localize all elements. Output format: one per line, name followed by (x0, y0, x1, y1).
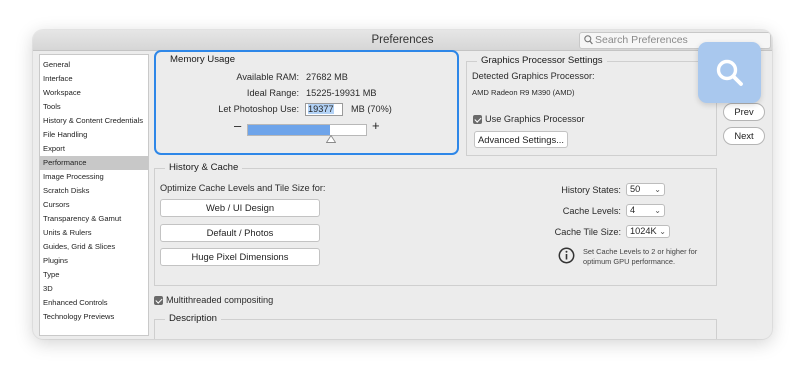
sidebar-item-type[interactable]: Type (40, 268, 148, 282)
info-icon (558, 247, 575, 264)
history-states-label: History States: (561, 185, 621, 195)
sidebar-item-3d[interactable]: 3D (40, 282, 148, 296)
sidebar-item-tools[interactable]: Tools (40, 100, 148, 114)
chevron-down-icon: ⌄ (654, 185, 661, 194)
cache-tile-size-select[interactable]: 1024K ⌄ (626, 225, 670, 238)
category-list[interactable]: General Interface Workspace Tools Histor… (39, 54, 149, 336)
sidebar-item-enhanced-controls[interactable]: Enhanced Controls (40, 296, 148, 310)
sidebar-item-export[interactable]: Export (40, 142, 148, 156)
default-photos-button[interactable]: Default / Photos (160, 224, 320, 242)
next-button[interactable]: Next (723, 127, 765, 145)
sidebar-item-interface[interactable]: Interface (40, 72, 148, 86)
detected-gpu-label: Detected Graphics Processor: (472, 71, 595, 81)
decrease-memory-button[interactable]: – (234, 118, 241, 133)
zoom-overlay-button[interactable] (698, 42, 761, 103)
memory-slider-fill (248, 125, 330, 135)
memory-slider[interactable] (247, 124, 367, 136)
memory-slider-thumb[interactable] (326, 135, 336, 143)
multithreaded-checkbox[interactable] (154, 296, 163, 305)
advanced-settings-button[interactable]: Advanced Settings... (474, 131, 568, 148)
info-text-line-1: Set Cache Levels to 2 or higher for (583, 247, 698, 256)
photoshop-use-unit: MB (70%) (351, 104, 392, 114)
multithreaded-label: Multithreaded compositing (166, 295, 274, 305)
prev-button[interactable]: Prev (723, 103, 765, 121)
photoshop-use-label: Let Photoshop Use: (218, 104, 299, 114)
ideal-range-label: Ideal Range: (246, 88, 299, 98)
use-gpu-label: Use Graphics Processor (485, 114, 585, 124)
sidebar-item-scratch-disks[interactable]: Scratch Disks (40, 184, 148, 198)
chevron-down-icon: ⌄ (654, 206, 661, 215)
sidebar-item-performance[interactable]: Performance (40, 156, 148, 170)
history-states-select[interactable]: 50 ⌄ (626, 183, 665, 196)
huge-pixel-dimensions-button[interactable]: Huge Pixel Dimensions (160, 248, 320, 266)
description-title: Description (165, 313, 221, 324)
sidebar-item-units-rulers[interactable]: Units & Rulers (40, 226, 148, 240)
title-bar: Preferences Search Preferences (33, 30, 772, 51)
sidebar-item-file-handling[interactable]: File Handling (40, 128, 148, 142)
magnifier-icon (716, 59, 743, 86)
preferences-window: Preferences Search Preferences General I… (33, 30, 772, 339)
cache-levels-value: 4 (630, 205, 636, 215)
search-icon (584, 35, 593, 45)
photoshop-use-value: 19377 (308, 104, 334, 114)
sidebar-item-image-processing[interactable]: Image Processing (40, 170, 148, 184)
available-ram-value: 27682 MB (306, 72, 348, 82)
sidebar-item-plugins[interactable]: Plugins (40, 254, 148, 268)
history-states-value: 50 (630, 184, 641, 194)
sidebar-item-technology-previews[interactable]: Technology Previews (40, 310, 148, 324)
detected-gpu-value: AMD Radeon R9 M390 (AMD) (472, 88, 575, 97)
use-gpu-checkbox[interactable] (473, 115, 482, 124)
cache-levels-select[interactable]: 4 ⌄ (626, 204, 665, 217)
sidebar-item-workspace[interactable]: Workspace (40, 86, 148, 100)
sidebar-item-history-content-credentials[interactable]: History & Content Credentials (40, 114, 148, 128)
gpu-settings-group: Graphics Processor Settings Detected Gra… (466, 55, 717, 156)
history-cache-group: History & Cache Optimize Cache Levels an… (154, 162, 717, 286)
history-cache-title: History & Cache (165, 162, 243, 173)
description-group: Description (154, 313, 717, 339)
sidebar-item-transparency-gamut[interactable]: Transparency & Gamut (40, 212, 148, 226)
ideal-range-value: 15225-19931 MB (306, 88, 377, 98)
cache-tile-size-value: 1024K (630, 226, 657, 236)
memory-usage-group: Memory Usage Available RAM: 27682 MB Ide… (154, 50, 459, 155)
sidebar-item-cursors[interactable]: Cursors (40, 198, 148, 212)
sidebar-item-guides-grid-slices[interactable]: Guides, Grid & Slices (40, 240, 148, 254)
increase-memory-button[interactable]: + (372, 118, 380, 133)
search-placeholder: Search Preferences (595, 34, 688, 46)
gpu-settings-title: Graphics Processor Settings (477, 55, 607, 66)
photoshop-use-input[interactable]: 19377 (305, 103, 343, 116)
memory-usage-title: Memory Usage (170, 54, 236, 65)
cache-levels-label: Cache Levels: (562, 206, 621, 216)
sidebar-item-general[interactable]: General (40, 58, 148, 72)
chevron-down-icon: ⌄ (659, 227, 666, 236)
web-ui-design-button[interactable]: Web / UI Design (160, 199, 320, 217)
cache-tile-size-label: Cache Tile Size: (554, 227, 621, 237)
available-ram-label: Available RAM: (236, 72, 299, 82)
optimize-label: Optimize Cache Levels and Tile Size for: (160, 183, 326, 193)
info-text-line-2: optimum GPU performance. (583, 257, 676, 266)
